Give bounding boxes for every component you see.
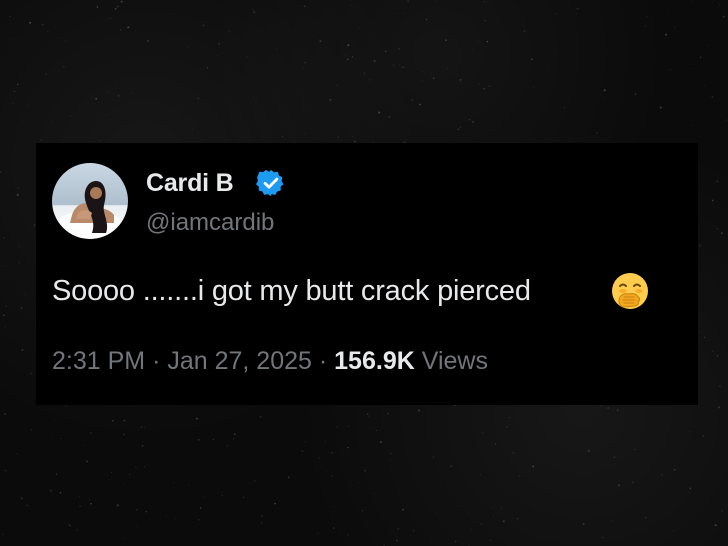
views-label: Views [421, 347, 488, 375]
user-handle[interactable]: @iamcardib [146, 209, 274, 237]
face-with-hand-over-mouth-icon [612, 273, 648, 309]
tweet-metadata: 2:31 PM · Jan 27, 2025 · 156.9K Views [52, 347, 488, 376]
tweet-card[interactable]: Cardi B @iamcardib Soooo .......i got my… [36, 143, 698, 405]
meta-separator: · [152, 347, 161, 375]
verified-badge-icon [256, 169, 284, 197]
tweet-text: Soooo .......i got my butt crack pierced [52, 275, 531, 307]
tweet-date[interactable]: Jan 27, 2025 [167, 347, 312, 375]
display-name[interactable]: Cardi B [146, 169, 234, 198]
views-count: 156.9K [334, 347, 415, 375]
meta-separator: · [318, 347, 328, 375]
tweet-time[interactable]: 2:31 PM [52, 347, 145, 375]
avatar[interactable] [52, 163, 128, 239]
avatar-photo [60, 181, 120, 233]
